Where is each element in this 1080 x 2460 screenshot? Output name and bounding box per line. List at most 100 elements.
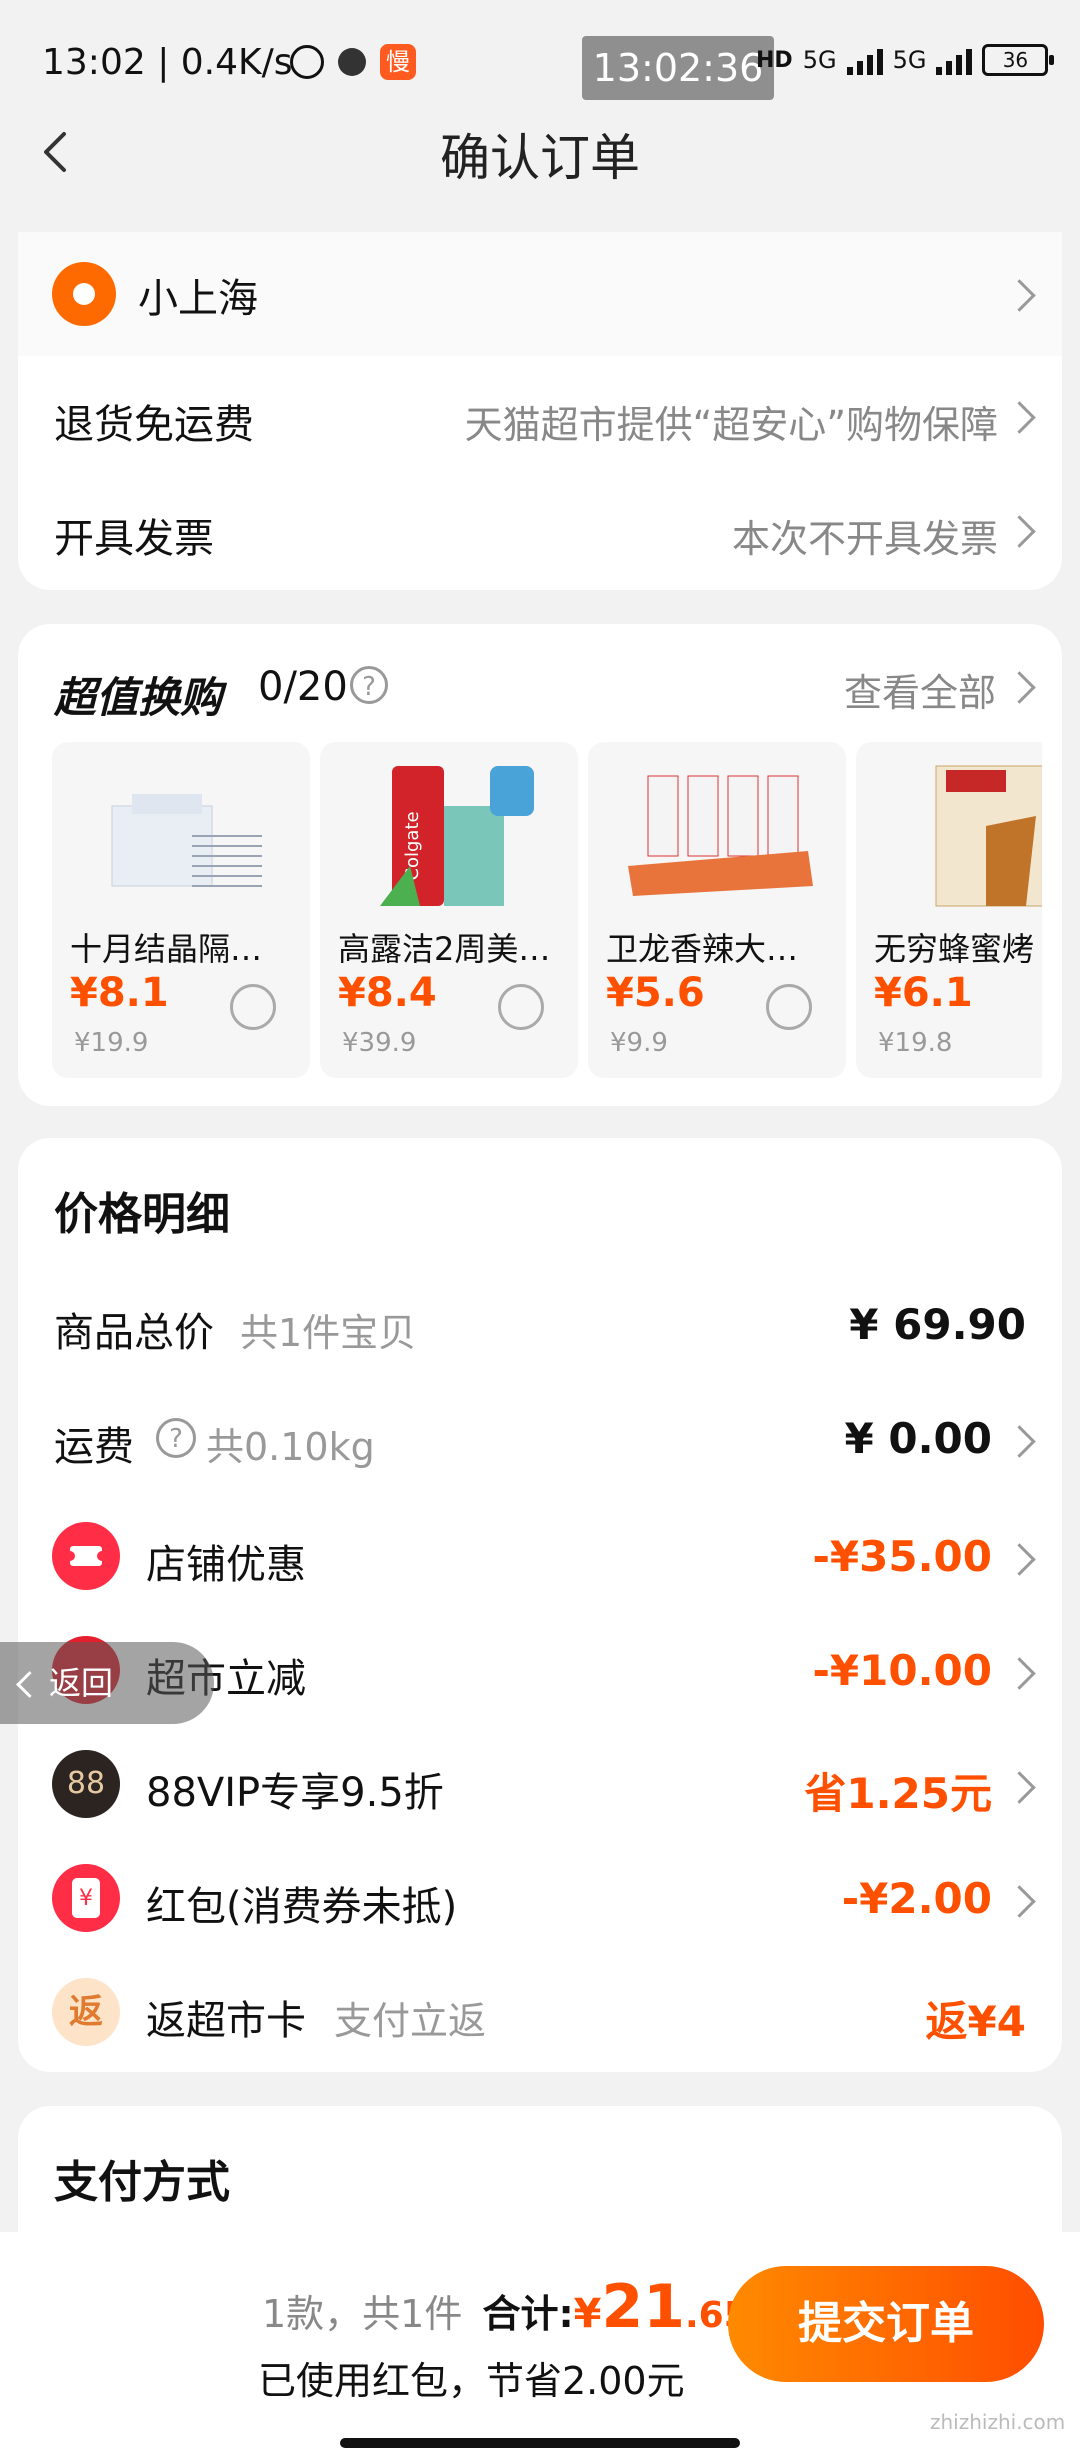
submit-order-button[interactable]: 提交订单 (728, 2266, 1044, 2382)
floating-back-label: 返回 (49, 1664, 114, 1702)
product-price: ¥8.1 (70, 970, 169, 1016)
address-name: 小上海 (138, 276, 258, 322)
app-badge-icon: 慢 (380, 44, 416, 80)
item-count: 1款，共1件 (262, 2292, 463, 2336)
signal-icon (846, 45, 883, 75)
saving-text: 已使用红包，节省2.00元 (258, 2359, 685, 2403)
watermark: zhizhizhi.com (930, 2410, 1066, 2434)
invoice-row[interactable]: 开具发票 本次不开具发票 (18, 472, 1062, 588)
battery-icon: 36 (982, 44, 1055, 76)
product-name: 无穷蜂蜜烤 (874, 930, 1035, 968)
swap-product-card[interactable]: 十月结晶隔… ¥8.1 ¥19.9 (52, 742, 310, 1078)
row-label: 开具发票 (54, 516, 214, 562)
row-value: ¥ 69.90 (849, 1300, 1026, 1349)
price-row-vip[interactable]: 88 88VIP专享9.5折 省1.25元 (18, 1742, 1062, 1826)
price-row-shipping[interactable]: 运费 ? 共0.10kg ¥ 0.00 (18, 1400, 1062, 1480)
status-right-icons: HD 5G 5G 36 (756, 44, 1055, 76)
row-label: 88VIP专享9.5折 (146, 1770, 444, 1816)
chevron-right-icon (1003, 671, 1036, 704)
product-name: 高露洁2周美… (338, 930, 551, 968)
status-time-speed: 13:02 | 0.4K/s (42, 42, 293, 83)
home-indicator (340, 2438, 740, 2448)
help-icon[interactable]: ? (350, 666, 388, 704)
row-sub: 共0.10kg (206, 1425, 375, 1469)
row-sub: 共1件宝贝 (240, 1311, 417, 1355)
price-row-store-discount[interactable]: 店铺优惠 -¥35.00 (18, 1514, 1062, 1598)
total-integer: 21 (601, 2272, 686, 2342)
product-original-price: ¥39.9 (342, 1028, 417, 1058)
product-price: ¥8.4 (338, 970, 437, 1016)
alarm-icon (290, 45, 324, 79)
chevron-left-icon (16, 1671, 43, 1698)
row-label: 商品总价 (54, 1310, 214, 1356)
price-row-subtotal: 商品总价 共1件宝贝 ¥ 69.90 (18, 1286, 1062, 1366)
signal-icon (936, 45, 973, 75)
total-currency: ¥ (573, 2291, 602, 2337)
red-packet-icon: ¥ (52, 1864, 120, 1932)
product-name: 十月结晶隔… (70, 930, 263, 968)
product-image-pads (72, 756, 290, 916)
price-row-red-packet[interactable]: ¥ 红包(消费券未抵) -¥2.00 (18, 1856, 1062, 1940)
swap-card: 超值换购 0/20 ? 查看全部 十月结晶隔… ¥8.1 ¥19.9 Colga… (18, 624, 1062, 1106)
swap-product-clip: 无穷蜂蜜烤 ¥6.1 ¥19.8 (856, 742, 1042, 1078)
return-shipping-row[interactable]: 退货免运费 天猫超市提供“超安心”购物保障 (18, 356, 1062, 472)
product-original-price: ¥19.8 (878, 1028, 953, 1058)
select-radio[interactable] (766, 984, 812, 1030)
page-title: 确认订单 (440, 129, 640, 187)
row-value: ¥ 0.00 (844, 1414, 992, 1463)
row-label: 返超市卡 (146, 1998, 306, 2044)
network-label-2: 5G (892, 46, 927, 74)
row-sub: 支付立返 (334, 1999, 487, 2043)
product-original-price: ¥19.9 (74, 1028, 149, 1058)
chevron-right-icon (1003, 515, 1036, 548)
section-title: 支付方式 (54, 2157, 230, 2208)
row-value: -¥10.00 (812, 1646, 992, 1695)
cashback-icon: 返 (52, 1978, 120, 2046)
product-price: ¥5.6 (606, 970, 705, 1016)
svg-text:Colgate: Colgate (402, 811, 423, 880)
select-radio[interactable] (498, 984, 544, 1030)
chevron-right-icon (1003, 1543, 1036, 1576)
row-value: 天猫超市提供“超安心”购物保障 (464, 403, 998, 447)
price-detail-card: 价格明细 商品总价 共1件宝贝 ¥ 69.90 运费 ? 共0.10kg ¥ 0… (18, 1138, 1062, 2072)
chevron-right-icon (1003, 1885, 1036, 1918)
row-value: 返¥4 (925, 1997, 1026, 2046)
swap-product-card[interactable]: Colgate 高露洁2周美… ¥8.4 ¥39.9 (320, 742, 578, 1078)
product-price: ¥6.1 (874, 970, 973, 1016)
chevron-right-icon (1003, 279, 1036, 312)
swap-count: 0/20 (258, 664, 348, 710)
row-label: 退货免运费 (54, 402, 254, 448)
red-packet-symbol: ¥ (72, 1878, 100, 1918)
product-original-price: ¥9.9 (610, 1028, 668, 1058)
row-value: 省1.25元 (804, 1769, 992, 1818)
row-value: -¥2.00 (841, 1874, 992, 1923)
row-label: 红包(消费券未抵) (146, 1884, 458, 1930)
select-radio[interactable] (230, 984, 276, 1030)
help-icon[interactable]: ? (156, 1418, 196, 1458)
hd-badge: HD (756, 47, 793, 73)
swap-product-card[interactable]: 无穷蜂蜜烤 ¥6.1 ¥19.8 (856, 742, 1042, 1078)
swap-product-card[interactable]: 卫龙香辣大… ¥5.6 ¥9.9 (588, 742, 846, 1078)
product-name: 卫龙香辣大… (606, 930, 799, 968)
chevron-right-icon (1003, 1425, 1036, 1458)
location-pin-icon (52, 262, 116, 326)
row-value: -¥35.00 (812, 1532, 992, 1581)
product-image-snack (608, 756, 826, 916)
view-all-link[interactable]: 查看全部 (844, 662, 996, 717)
network-label-1: 5G (802, 46, 837, 74)
ticket-icon (52, 1522, 120, 1590)
clock-overlay: 13:02:36 (582, 36, 774, 100)
price-row-cashback: 返 返超市卡 支付立返 返¥4 (18, 1970, 1062, 2054)
total-line: 1款，共1件 合计:¥21.65 (262, 2272, 749, 2342)
address-selector[interactable]: 小上海 (18, 232, 1062, 356)
service-card: 退货免运费 天猫超市提供“超安心”购物保障 开具发票 本次不开具发票 (18, 356, 1062, 590)
total-label: 合计: (482, 2292, 574, 2336)
chevron-right-icon (1003, 1771, 1036, 1804)
section-title: 价格明细 (54, 1189, 230, 1240)
floating-back-button[interactable]: 返回 (0, 1642, 214, 1724)
vip-88-icon: 88 (52, 1750, 120, 1818)
product-image-toothpaste: Colgate (340, 756, 558, 916)
product-image-honey (876, 756, 1042, 916)
row-label: 店铺优惠 (146, 1542, 306, 1588)
checkout-bar: 1款，共1件 合计:¥21.65 已使用红包，节省2.00元 提交订单 zhiz… (0, 2232, 1080, 2460)
